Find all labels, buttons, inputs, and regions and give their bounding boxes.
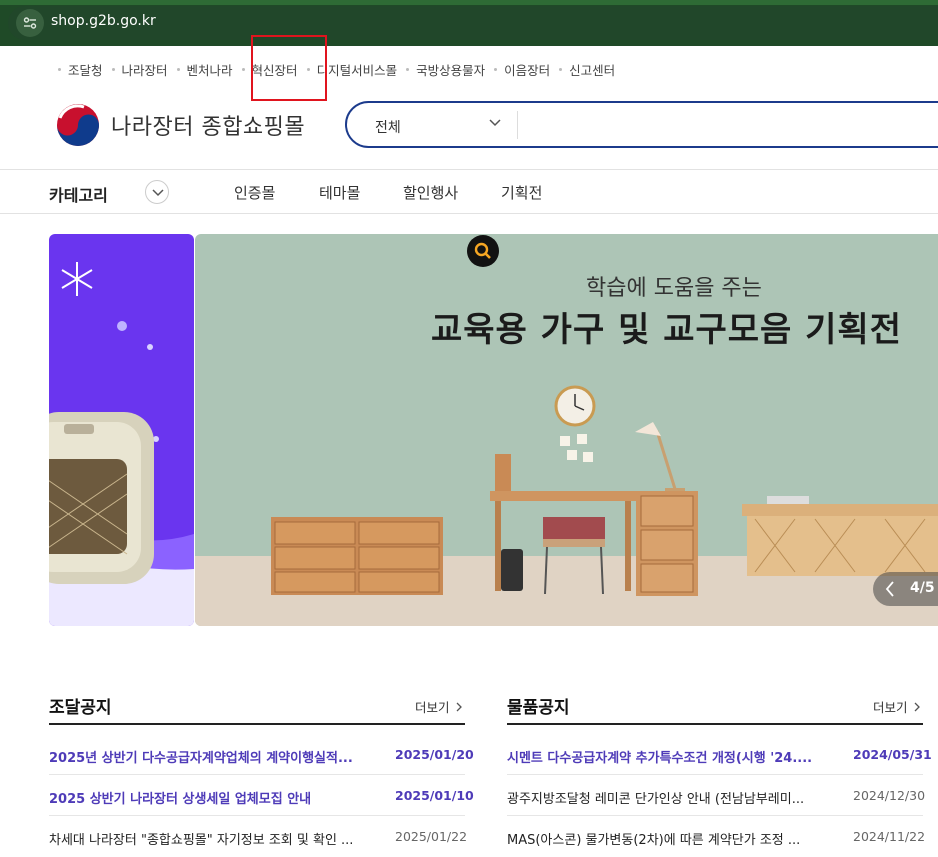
nav-divider-top [0,169,938,170]
taegeuk-logo-icon [57,104,99,146]
browser-tab-strip [0,0,938,5]
banner-slide-main[interactable]: 학습에 도움을 주는 교육용 가구 및 교구모음 기획전 [195,234,938,626]
more-link[interactable]: 더보기 [873,697,920,716]
chevron-right-icon [456,702,462,711]
nav-item-discount-event[interactable]: 할인행사 [403,182,458,203]
notice-title-rule [49,723,465,725]
nav-item-theme-mall[interactable]: 테마몰 [319,182,360,203]
top-link-venture[interactable]: 벤처나라 [176,60,233,79]
nav-divider-bottom [0,213,938,214]
more-link[interactable]: 더보기 [415,697,462,716]
slide-counter: 4/5 [910,580,935,596]
notice-row[interactable]: 차세대 나라장터 "종합쇼핑몰" 자기정보 조회 및 확인 ... 2025/0… [49,816,467,857]
search-scope-select[interactable]: 전체 [375,117,401,137]
notice-title: 물품공지 [507,698,570,718]
nav-item-certified-mall[interactable]: 인증몰 [234,182,275,203]
banner-search-button[interactable] [467,235,499,267]
banner-headline: 교육용 가구 및 교구모음 기획전 [431,310,902,350]
top-link-eum[interactable]: 이음장터 [494,60,550,79]
notice-row[interactable]: 2025년 상반기 다수공급자계약업체의 계약이행실적... 2025/01/2… [49,734,474,775]
notice-title: 조달공지 [49,698,112,718]
highlight-annotation-box [251,35,327,101]
chevron-left-icon[interactable] [885,581,895,597]
banner-slider-control: 4/5 [873,572,938,606]
search-input[interactable] [527,111,927,139]
top-link-report-center[interactable]: 신고센터 [559,60,615,79]
logo-title: 나라장터 종합쇼핑몰 [111,115,306,140]
chevron-right-icon [914,702,920,711]
site-logo[interactable]: 나라장터 종합쇼핑몰 [54,102,305,148]
search-divider [517,111,518,139]
banner-subtitle: 학습에 도움을 주는 [586,276,762,301]
chevron-down-icon[interactable] [489,119,501,127]
heater-illustration [49,262,194,626]
classroom-furniture-illustration [195,385,938,626]
notice-row[interactable]: MAS(아스콘) 물가변동(2차)에 따른 계약단가 조정 ... 2024/1… [507,816,925,857]
chevron-down-icon [152,189,164,197]
top-link-pps[interactable]: 조달청 [58,60,103,79]
category-toggle-button[interactable] [145,180,169,204]
search-bar: 전체 [345,101,938,148]
site-settings-icon[interactable] [16,9,44,37]
notice-row[interactable]: 광주지방조달청 레미콘 단가인상 안내 (전남남부레미... 2024/12/3… [507,775,925,816]
notice-title-rule [507,723,923,725]
top-link-narajangteo[interactable]: 나라장터 [111,60,168,79]
browser-url-bar: shop.g2b.go.kr [0,0,938,46]
top-link-defense[interactable]: 국방상용물자 [406,60,485,79]
notice-row[interactable]: 시멘트 다수공급자계약 추가특수조건 개정(시행 '24.... 2024/05… [507,734,932,775]
url-text[interactable]: shop.g2b.go.kr [51,13,156,29]
banner-card-previous[interactable] [49,234,194,626]
search-icon [474,242,491,259]
nav-item-exhibition[interactable]: 기획전 [501,182,542,203]
notice-row[interactable]: 2025 상반기 나라장터 상생세일 업체모집 안내 2025/01/10 [49,775,474,816]
category-label[interactable]: 카테고리 [49,182,108,206]
top-utility-links: 조달청 나라장터 벤처나라 혁신장터 디지털서비스몰 국방상용물자 이음장터 신… [58,59,624,79]
